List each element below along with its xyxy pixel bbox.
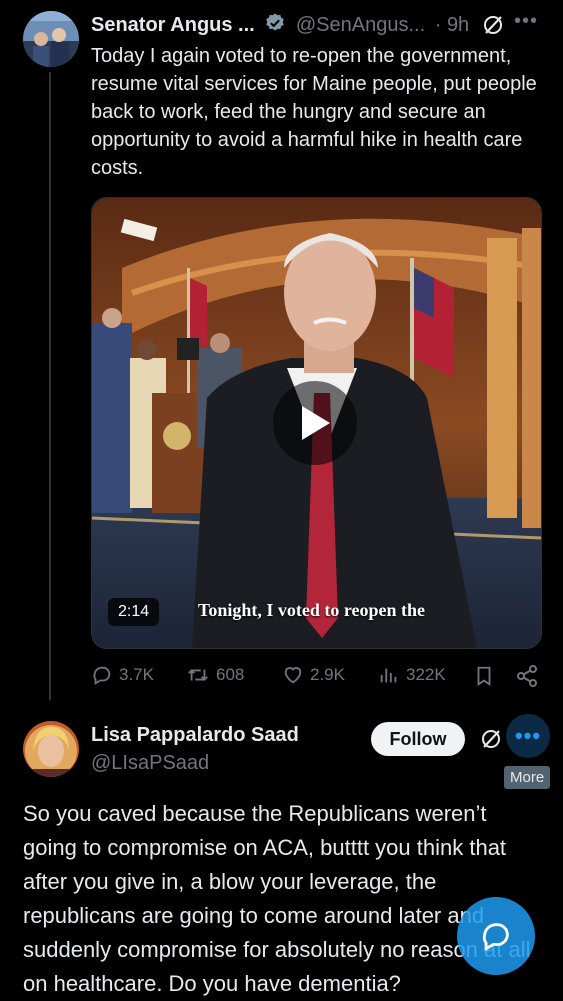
verified-badge-icon [264,12,286,40]
reply-author-handle[interactable]: @LIsaPSaad [91,752,209,775]
tweet-time[interactable]: 9h [447,14,469,36]
compose-fab[interactable] [457,897,535,975]
views-icon [380,668,397,683]
heart-icon [284,667,302,684]
reply-count: 3.7K [119,665,154,684]
view-count: 322K [406,665,446,684]
bookmark-button[interactable] [473,664,495,688]
grok-icon[interactable] [481,13,505,42]
senator-avatar[interactable] [23,11,79,67]
more-options-icon: ••• [514,723,542,748]
more-options-icon[interactable]: ••• [514,10,538,33]
retweet-count: 608 [216,665,245,684]
retweet-icon [188,669,208,681]
tweet-text: Today I again voted to re-open the gover… [91,45,537,179]
views-button[interactable]: 322K [378,664,446,686]
author-handle[interactable]: @SenAngus... [296,14,425,36]
reply-button[interactable]: 3.7K [91,664,154,686]
tweet-header: Senator Angus ... @SenAngus... · 9h [91,12,469,40]
follow-button[interactable]: Follow [371,722,465,756]
author-name[interactable]: Senator Angus ... [91,14,255,36]
reply-more-button[interactable]: ••• [506,714,550,758]
retweet-button[interactable]: 608 [186,664,244,686]
reply-author-avatar[interactable] [23,721,79,777]
thread-line [49,72,51,700]
tweet-actions: 3.7K 608 2.9K 322K [91,664,541,692]
grok-icon[interactable] [479,727,503,756]
play-icon [302,406,330,440]
reply-icon [93,666,111,685]
reply-text: So you caved because the Republicans wer… [23,801,531,996]
compose-reply-icon [482,923,509,952]
like-button[interactable]: 2.9K [282,664,345,686]
video-duration: 2:14 [108,598,160,626]
play-button[interactable] [273,381,357,465]
share-button[interactable] [515,664,539,688]
reply-author-name[interactable]: Lisa Pappalardo Saad [91,724,299,747]
video-caption: Tonight, I voted to reopen the [198,600,426,620]
share-icon [517,665,537,687]
bookmark-icon [477,666,491,686]
like-count: 2.9K [310,665,345,684]
separator-dot: · [434,14,442,36]
more-tooltip: More [504,766,551,789]
